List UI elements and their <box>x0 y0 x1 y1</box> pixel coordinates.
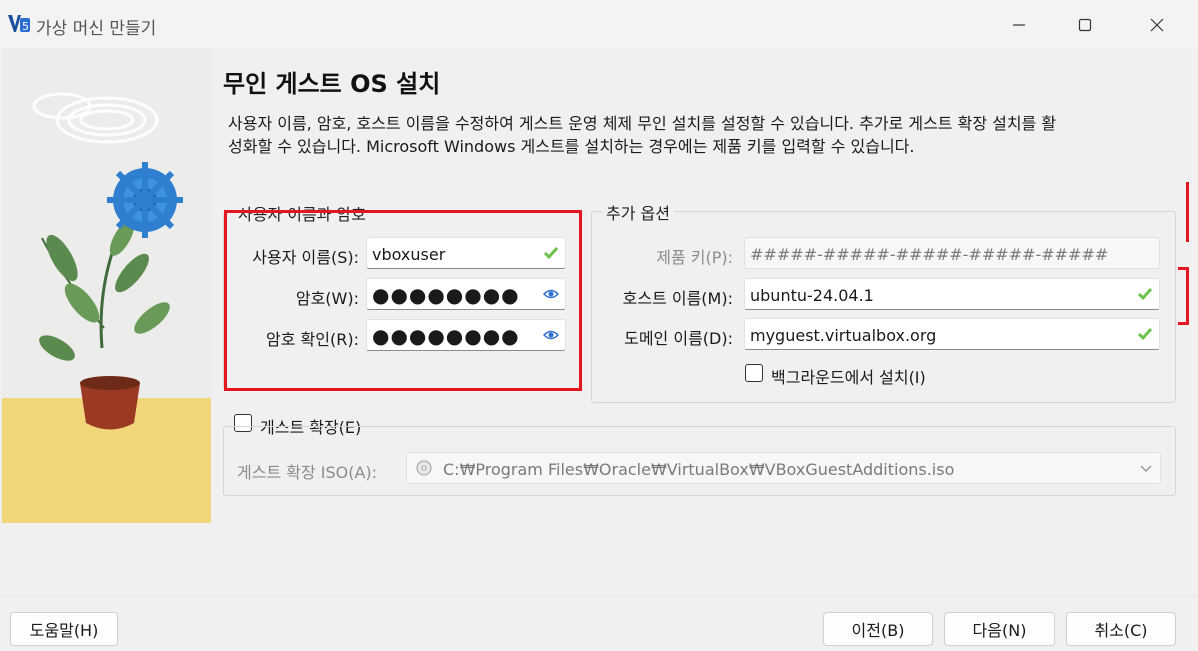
disc-icon <box>416 460 432 476</box>
virtualbox-app-icon: 5 <box>8 15 30 33</box>
domain-field[interactable]: myguest.virtualbox.org <box>744 318 1160 350</box>
chevron-down-icon <box>1140 465 1152 473</box>
confirm-password-value: ●●●●●●●● <box>372 324 520 348</box>
guest-additions-iso-label: 게스트 확장 ISO(A): <box>237 463 378 482</box>
confirm-password-label: 암호 확인(R): <box>266 330 359 349</box>
offscreen-highlight-mark <box>1186 267 1189 325</box>
next-button[interactable]: 다음(N) <box>944 612 1055 646</box>
button-bar: 도움말(H) 이전(B) 다음(N) 취소(C) <box>0 596 1198 651</box>
username-field[interactable]: vboxuser <box>366 237 566 269</box>
hostname-label: 호스트 이름(M): <box>622 289 733 308</box>
minimize-button[interactable] <box>996 8 1042 42</box>
svg-text:5: 5 <box>22 20 29 33</box>
page-title: 무인 게스트 OS 설치 <box>223 70 441 98</box>
window-title: 가상 머신 만들기 <box>36 19 157 39</box>
guest-additions-iso-path: C:₩Program Files₩Oracle₩VirtualBox₩VBoxG… <box>443 460 955 479</box>
product-key-field: #####-#####-#####-#####-##### <box>744 237 1160 269</box>
back-button[interactable]: 이전(B) <box>823 612 933 646</box>
domain-label: 도메인 이름(D): <box>624 329 733 348</box>
close-button[interactable] <box>1134 8 1180 42</box>
background-install-label[interactable]: 백그라운드에서 설치(I) <box>771 364 926 388</box>
hostname-field[interactable]: ubuntu-24.04.1 <box>744 278 1160 310</box>
check-icon <box>1137 328 1153 341</box>
check-icon <box>543 247 559 260</box>
page-description: 사용자 이름, 암호, 호스트 이름을 수정하여 게스트 운영 체제 무인 설치… <box>228 114 1057 156</box>
background-install-checkbox[interactable] <box>745 364 763 382</box>
username-value: vboxuser <box>372 245 446 264</box>
hostname-value: ubuntu-24.04.1 <box>750 286 874 305</box>
wizard-illustration <box>2 48 211 523</box>
minimize-icon <box>1013 24 1025 26</box>
password-value: ●●●●●●●● <box>372 283 520 307</box>
guest-additions-iso-select: C:₩Program Files₩Oracle₩VirtualBox₩VBoxG… <box>406 452 1161 484</box>
additional-options-group-title: 추가 옵션 <box>602 200 674 224</box>
password-label: 암호(W): <box>295 289 359 308</box>
username-label: 사용자 이름(S): <box>252 248 359 267</box>
offscreen-highlight-mark <box>1178 322 1189 325</box>
offscreen-highlight-mark <box>1186 182 1189 242</box>
eye-icon[interactable] <box>543 286 559 302</box>
confirm-password-field[interactable]: ●●●●●●●● <box>366 319 566 351</box>
close-icon <box>1150 18 1164 32</box>
create-vm-window: 5 가상 머신 만들기 무인 게스트 OS 설치 사용자 이름, 암호, 호스트… <box>0 0 1198 651</box>
product-key-label: 제품 키(P): <box>656 248 733 267</box>
domain-value: myguest.virtualbox.org <box>750 326 937 345</box>
check-icon <box>1137 288 1153 301</box>
eye-icon[interactable] <box>543 327 559 343</box>
wizard-page: 무인 게스트 OS 설치 사용자 이름, 암호, 호스트 이름을 수정하여 게스… <box>211 48 1188 596</box>
maximize-icon <box>1078 18 1092 32</box>
offscreen-highlight-mark <box>1178 267 1189 270</box>
product-key-value: #####-#####-#####-#####-##### <box>750 245 1109 264</box>
cancel-button[interactable]: 취소(C) <box>1066 612 1176 646</box>
title-bar: 5 가상 머신 만들기 <box>0 0 1198 48</box>
maximize-button[interactable] <box>1062 8 1108 42</box>
help-button[interactable]: 도움말(H) <box>10 612 118 646</box>
password-field[interactable]: ●●●●●●●● <box>366 278 566 310</box>
